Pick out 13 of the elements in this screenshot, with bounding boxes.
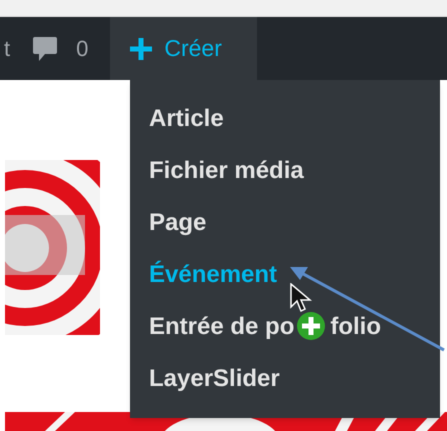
- plus-badge-icon: [296, 311, 326, 341]
- menu-item[interactable]: Entrée de po folio: [130, 301, 400, 353]
- toolbar-link[interactable]: t: [0, 17, 32, 80]
- menu-item[interactable]: Fichier média: [130, 145, 323, 197]
- speech-bubble-icon: [32, 36, 58, 62]
- plus-icon: [130, 38, 152, 60]
- menu-item[interactable]: Page: [130, 197, 226, 249]
- cursor-icon: [290, 283, 312, 313]
- comments-link[interactable]: 0: [32, 17, 110, 80]
- menu-item[interactable]: LayerSlider: [130, 353, 299, 405]
- new-menu-button[interactable]: Créer: [110, 17, 258, 80]
- menu-item[interactable]: Article: [130, 93, 243, 145]
- menu-item[interactable]: Événement: [130, 249, 296, 301]
